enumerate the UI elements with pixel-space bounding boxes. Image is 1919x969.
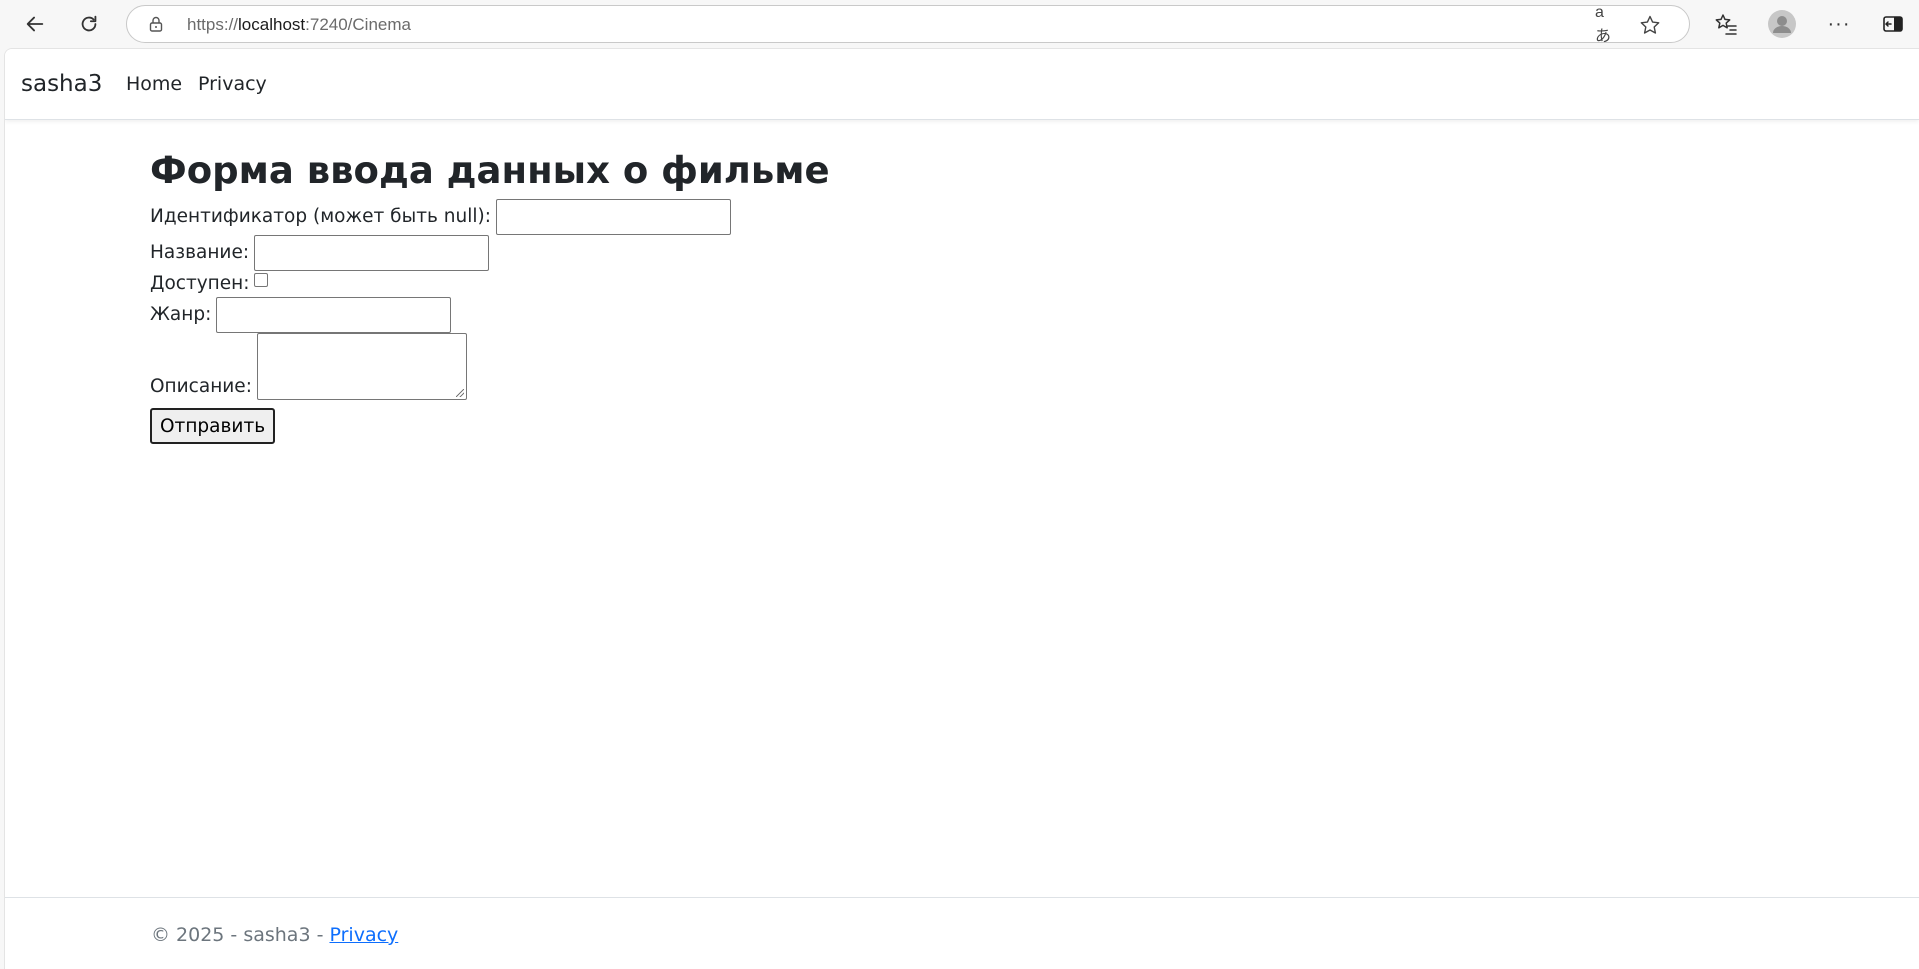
submit-button[interactable]: Отправить xyxy=(150,408,276,444)
footer-privacy-link[interactable]: Privacy xyxy=(329,924,398,946)
id-input[interactable] xyxy=(495,199,731,235)
name-row: Название: xyxy=(150,235,830,271)
url-path: :7240/Cinema xyxy=(305,15,411,34)
star-icon[interactable] xyxy=(1639,14,1661,36)
favorites-icon[interactable] xyxy=(1709,7,1743,41)
reload-button[interactable] xyxy=(71,6,107,42)
nav-link-privacy[interactable]: Privacy xyxy=(198,73,267,95)
nav-link-home[interactable]: Home xyxy=(126,73,182,95)
available-label: Доступен: xyxy=(150,273,250,294)
available-row: Доступен: xyxy=(150,271,830,297)
page-viewport: sasha3 Home Privacy Форма ввода данных о… xyxy=(4,48,1919,969)
url-text[interactable]: https://localhost:7240/Cinema xyxy=(187,15,411,35)
address-bar[interactable]: https://localhost:7240/Cinema aあ xyxy=(126,4,1690,45)
profile-icon[interactable] xyxy=(1765,7,1799,41)
page-title: Форма ввода данных о фильме xyxy=(150,149,830,192)
footer-text: © 2025 - sasha3 - Privacy xyxy=(151,924,398,946)
genre-row: Жанр: xyxy=(150,297,830,333)
description-label: Описание: xyxy=(150,376,252,397)
brand-link[interactable]: sasha3 xyxy=(21,71,102,97)
footer-copyright: © 2025 - sasha3 - xyxy=(151,924,330,946)
browser-toolbar: https://localhost:7240/Cinema aあ ··· xyxy=(0,0,1919,48)
id-row: Идентификатор (может быть null): xyxy=(150,199,830,235)
id-label: Идентификатор (может быть null): xyxy=(150,206,491,227)
name-label: Название: xyxy=(150,242,250,263)
description-textarea[interactable] xyxy=(256,333,467,400)
url-prefix: https:// xyxy=(187,15,239,34)
url-host: localhost xyxy=(238,15,306,34)
sidebar-icon[interactable] xyxy=(1876,7,1910,41)
genre-input[interactable] xyxy=(216,297,452,333)
name-input[interactable] xyxy=(254,235,490,271)
back-button[interactable] xyxy=(17,6,53,42)
reload-icon xyxy=(81,15,97,32)
lock-icon[interactable] xyxy=(147,15,165,33)
description-row: Описание: xyxy=(150,333,830,400)
resize-handle-icon[interactable] xyxy=(455,389,464,397)
footer: © 2025 - sasha3 - Privacy xyxy=(5,897,1919,969)
available-checkbox[interactable] xyxy=(254,273,269,287)
main-content: Форма ввода данных о фильме Идентификато… xyxy=(150,145,830,444)
more-icon[interactable]: ··· xyxy=(1822,7,1856,41)
translate-icon[interactable]: aあ xyxy=(1595,4,1617,45)
back-arrow-icon xyxy=(26,16,44,32)
site-navbar: sasha3 Home Privacy xyxy=(5,49,1919,120)
genre-label: Жанр: xyxy=(150,304,212,325)
